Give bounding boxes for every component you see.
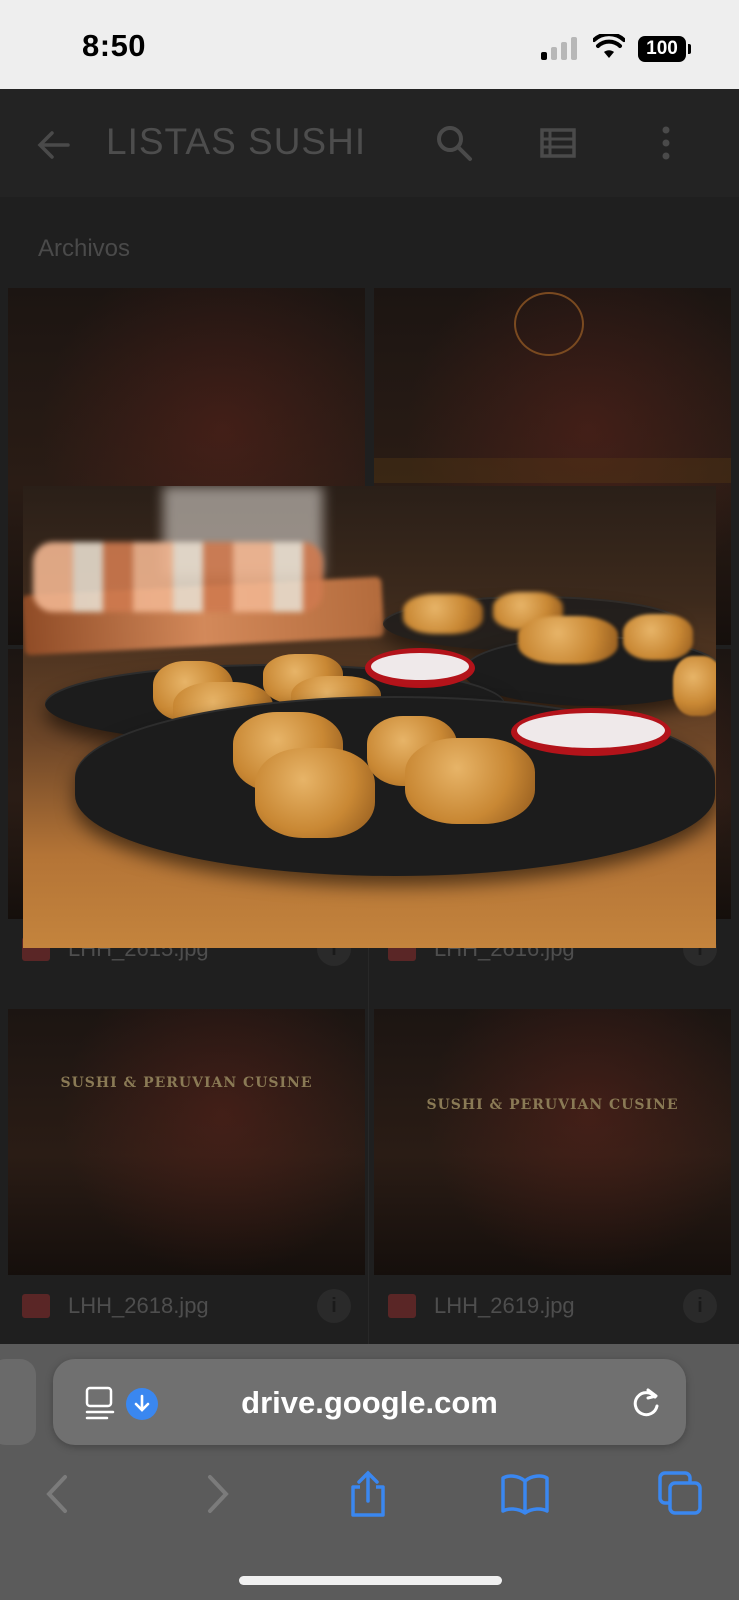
file-row[interactable]: LHH_2618.jpg i (8, 1279, 365, 1339)
photo-bg-sushi-rolls (33, 542, 323, 612)
photo-nugget (405, 738, 535, 824)
share-icon[interactable] (343, 1469, 393, 1519)
cellular-signal-icon (541, 36, 579, 60)
image-file-icon (388, 1294, 416, 1318)
file-row[interactable]: LHH_2619.jpg i (374, 1279, 731, 1339)
back-arrow-icon[interactable] (34, 125, 74, 165)
info-icon[interactable]: i (683, 1289, 717, 1323)
back-chevron-icon[interactable] (35, 1469, 85, 1519)
restaurant-awning (374, 458, 731, 483)
photo-dip-bowl (511, 708, 671, 756)
file-thumbnail[interactable]: SUSHI & PERUVIAN CUSINE (374, 1009, 731, 1275)
thumbnail-sign-text: SUSHI & PERUVIAN CUSINE (60, 1075, 313, 1091)
home-indicator (239, 1576, 502, 1585)
grid-divider (368, 919, 369, 1344)
file-name: LHH_2619.jpg (434, 1293, 575, 1318)
file-thumbnail[interactable]: SUSHI & PERUVIAN CUSINE (8, 1009, 365, 1275)
battery-icon: 100 (638, 36, 686, 62)
previous-tab-peek[interactable] (0, 1359, 36, 1445)
photo-nugget (403, 594, 483, 634)
file-name: LHH_2618.jpg (68, 1293, 209, 1318)
thumbnail-sign-text: SUSHI & PERUVIAN CUSINE (426, 1097, 679, 1113)
battery-nub (688, 44, 691, 54)
folder-title: LISTAS SUSHI (106, 121, 367, 162)
more-options-icon[interactable] (644, 121, 688, 165)
restaurant-logo (514, 292, 584, 356)
photo-nugget (255, 748, 375, 838)
photo-nugget (623, 614, 693, 660)
forward-chevron-icon[interactable] (190, 1469, 240, 1519)
bookmarks-icon[interactable] (500, 1469, 550, 1519)
reload-icon[interactable] (628, 1384, 664, 1420)
address-bar[interactable]: drive.google.com (53, 1359, 686, 1445)
search-icon[interactable] (432, 121, 476, 165)
status-bar: 8:50 100 (0, 0, 739, 89)
wifi-icon (593, 34, 625, 58)
info-icon[interactable]: i (317, 1289, 351, 1323)
image-file-icon (22, 1294, 50, 1318)
browser-bottom-bar: drive.google.com (0, 1344, 739, 1600)
status-time: 8:50 (82, 28, 147, 63)
tabs-icon[interactable] (656, 1469, 706, 1519)
url-text[interactable]: drive.google.com (53, 1385, 686, 1421)
list-view-icon[interactable] (536, 121, 580, 165)
photo-preview[interactable] (23, 486, 716, 948)
photo-nugget (518, 616, 618, 664)
app-header: LISTAS SUSHI (0, 89, 739, 197)
photo-nugget (673, 656, 716, 716)
section-label-archivos: Archivos (38, 235, 131, 262)
photo-dip-bowl (365, 648, 475, 688)
